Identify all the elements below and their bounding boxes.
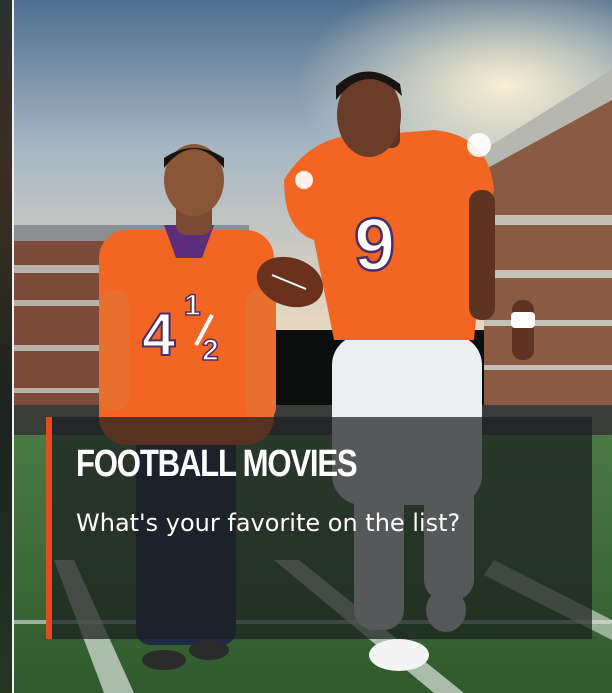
svg-text:2: 2 [202,334,219,367]
svg-text:4: 4 [142,301,176,368]
accent-bar [46,417,52,639]
svg-text:1: 1 [184,289,201,322]
previous-card-peek[interactable] [0,0,12,693]
category-label[interactable]: FOOTBALL MOVIES [76,443,358,486]
svg-text:9: 9 [354,203,395,286]
article-card[interactable]: 4 1 2 9 FOOTBALL MOVIES What's your favo… [0,0,612,693]
caption-overlay[interactable]: FOOTBALL MOVIES What's your favorite on … [46,417,592,639]
article-headline[interactable]: What's your favorite on the list? [76,509,460,537]
